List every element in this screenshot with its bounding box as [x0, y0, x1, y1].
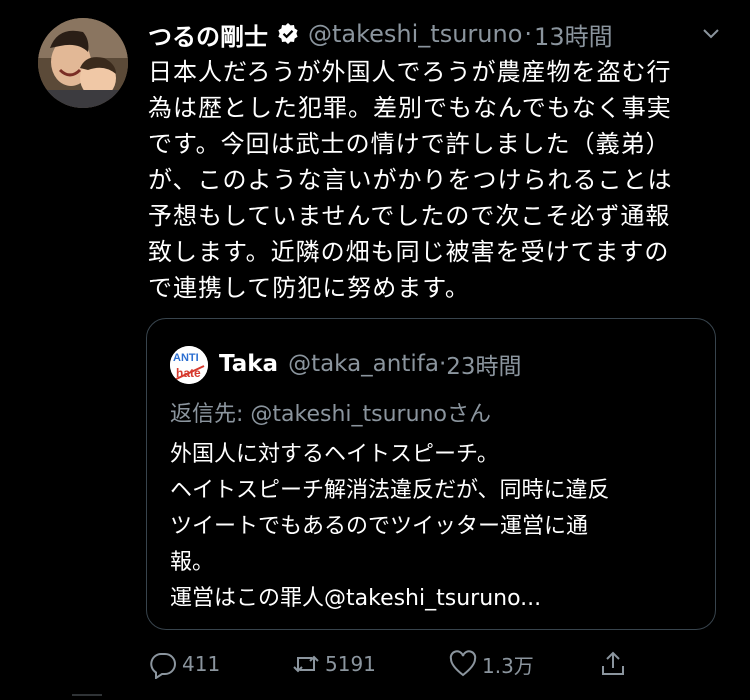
author-handle[interactable]: @takeshi_tsuruno	[308, 20, 522, 48]
quoted-tweet-text: 外国人に対するヘイトスピーチ。 ヘイトスピーチ解消法違反だが、同時に違反 ツイー…	[170, 437, 700, 617]
tweet-text-line: です。今回は武士の情けで許しました（義弟）	[148, 130, 671, 158]
share-icon	[602, 651, 624, 675]
quoted-text-line: ツイートでもあるのでツイッター運営に通	[170, 514, 589, 539]
verified-badge-icon	[278, 23, 298, 44]
like-button[interactable]: 1.3万	[448, 646, 534, 682]
retweet-button[interactable]: 5191	[291, 646, 376, 682]
tweet-text-line: 為は歴とした犯罪。差別でもなんでもなく事実	[148, 94, 672, 122]
quoted-header-separator: ·	[438, 351, 447, 377]
chevron-down-icon[interactable]	[700, 22, 722, 44]
tweet-text-line: 予想もしていませんでしたので次こそ必ず通報	[148, 202, 671, 230]
quoted-tweet-card[interactable]: ANTI hate Taka @taka_antifa · 23時間 返信先: …	[146, 318, 716, 630]
header-separator: ·	[524, 20, 533, 48]
quoted-author-name[interactable]: Taka	[219, 351, 278, 377]
like-count: 1.3万	[482, 653, 534, 678]
reply-to-label: 返信先: @takeshi_tsurunoさん	[170, 402, 491, 427]
avatar-photo	[38, 18, 128, 108]
retweet-icon	[293, 655, 319, 673]
quoted-text-line: 報。	[170, 550, 215, 575]
quoted-text-line: 外国人に対するヘイトスピーチ。	[170, 442, 499, 467]
tweet-action-bar: 411 5191 1.3万	[148, 646, 638, 682]
tweet-text: 日本人だろうが外国人でろうが農産物を盗む行 為は歴とした犯罪。差別でもなんでもな…	[148, 54, 728, 306]
author-name[interactable]: つるの剛士	[148, 17, 268, 52]
tweet-text-line: で連携して防犯に努めます。	[148, 274, 470, 302]
reply-count: 411	[182, 652, 221, 676]
quoted-author-avatar[interactable]: ANTI hate	[170, 346, 208, 384]
share-button[interactable]	[598, 646, 632, 682]
quoted-text-line: 運営はこの罪人@takeshi_tsuruno...	[170, 586, 542, 611]
quoted-tweet-header: Taka @taka_antifa · 23時間	[219, 347, 522, 381]
divider	[72, 694, 102, 696]
quoted-tweet-timestamp[interactable]: 23時間	[446, 347, 521, 381]
svg-text:ANTI: ANTI	[173, 352, 199, 364]
tweet-text-line: 日本人だろうが外国人でろうが農産物を盗む行	[148, 58, 672, 86]
quoted-text-line: ヘイトスピーチ解消法違反だが、同時に違反	[170, 478, 610, 503]
quoted-author-handle[interactable]: @taka_antifa	[288, 351, 439, 377]
author-avatar[interactable]	[38, 18, 128, 108]
anti-hate-logo: ANTI hate	[170, 346, 208, 384]
tweet-header: つるの剛士 @takeshi_tsuruno · 13時間	[148, 16, 720, 52]
reply-icon	[150, 653, 176, 679]
retweet-count: 5191	[325, 652, 376, 676]
like-icon	[449, 650, 477, 677]
tweet-text-line: が、このような言いがかりをつけられることは	[148, 166, 673, 194]
reply-button[interactable]: 411	[148, 646, 220, 682]
tweet-text-line: 致します。近隣の畑も同じ被害を受けてますの	[148, 238, 670, 266]
tweet-timestamp[interactable]: 13時間	[534, 17, 613, 52]
